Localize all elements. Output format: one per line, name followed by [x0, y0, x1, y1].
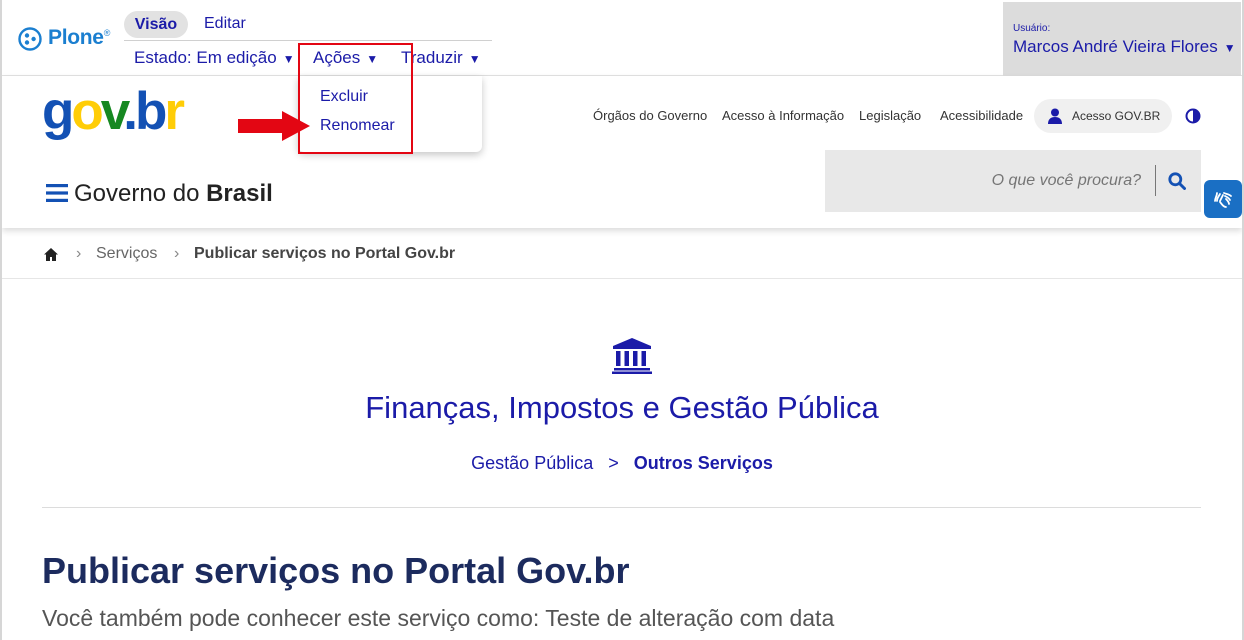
section-divider [42, 507, 1201, 508]
chevron-down-icon: ▼ [468, 52, 481, 66]
plone-logo-icon[interactable] [18, 27, 42, 51]
category-subnav: Gestão Pública > Outros Serviços [2, 453, 1242, 474]
govbr-logo[interactable]: gov.br [42, 82, 185, 142]
breadcrumb-item-servicos[interactable]: Serviços [96, 245, 157, 263]
govbr-menu-title[interactable]: Governo do Brasil [74, 180, 273, 208]
breadcrumb-separator: › [76, 245, 82, 262]
subnav-outros-servicos[interactable]: Outros Serviços [634, 453, 773, 473]
breadcrumb-separator: › [174, 245, 180, 262]
chevron-down-icon: ▼ [1223, 41, 1236, 55]
subnav-separator: > [608, 453, 619, 473]
category-title[interactable]: Finanças, Impostos e Gestão Pública [2, 390, 1242, 426]
page-title: Publicar serviços no Portal Gov.br [42, 550, 630, 591]
user-name[interactable]: Marcos André Vieira Flores ▼ [1013, 37, 1236, 57]
hamburger-menu-icon[interactable] [46, 184, 68, 202]
search-input[interactable] [825, 150, 1155, 212]
breadcrumb-current: Publicar serviços no Portal Gov.br [194, 245, 456, 262]
link-orgaos[interactable]: Órgãos do Governo [593, 108, 707, 123]
red-arrow-icon [238, 111, 310, 141]
search-icon[interactable] [1168, 172, 1186, 190]
user-menu[interactable]: Usuário: Marcos André Vieira Flores ▼ [1003, 2, 1241, 76]
toolbar-divider [124, 40, 492, 41]
login-button[interactable]: Acesso GOV.BR [1034, 99, 1172, 133]
plone-toolbar: Plone® Visão Editar Estado: Em edição ▼ A… [2, 0, 1242, 76]
home-icon[interactable] [44, 248, 58, 261]
plone-logo-text[interactable]: Plone® [48, 26, 110, 50]
vlibras-button[interactable] [1204, 180, 1242, 218]
bank-building-icon [612, 338, 652, 374]
state-menu[interactable]: Estado: Em edição ▼ [134, 48, 295, 68]
tab-editar[interactable]: Editar [204, 15, 246, 33]
contrast-toggle-icon[interactable] [1185, 108, 1201, 124]
browser-viewport: Plone® Visão Editar Estado: Em edição ▼ A… [0, 0, 1244, 640]
sign-language-hands-icon [1211, 187, 1235, 211]
user-caption: Usuário: [1013, 23, 1051, 34]
search-box[interactable] [825, 150, 1201, 212]
link-legislacao[interactable]: Legislação [859, 108, 921, 123]
highlight-box [298, 43, 413, 154]
link-acessibilidade[interactable]: Acessibilidade [940, 108, 1023, 123]
page-subtitle: Você também pode conhecer este serviço c… [42, 605, 835, 631]
search-divider [1155, 165, 1156, 196]
subnav-gestao-publica[interactable]: Gestão Pública [471, 453, 593, 473]
tab-visao[interactable]: Visão [124, 11, 188, 38]
chevron-down-icon: ▼ [282, 52, 295, 66]
breadcrumb-divider [2, 278, 1242, 279]
user-icon [1048, 108, 1062, 124]
login-button-label: Acesso GOV.BR [1072, 109, 1161, 123]
link-acesso-informacao[interactable]: Acesso à Informação [722, 108, 844, 123]
